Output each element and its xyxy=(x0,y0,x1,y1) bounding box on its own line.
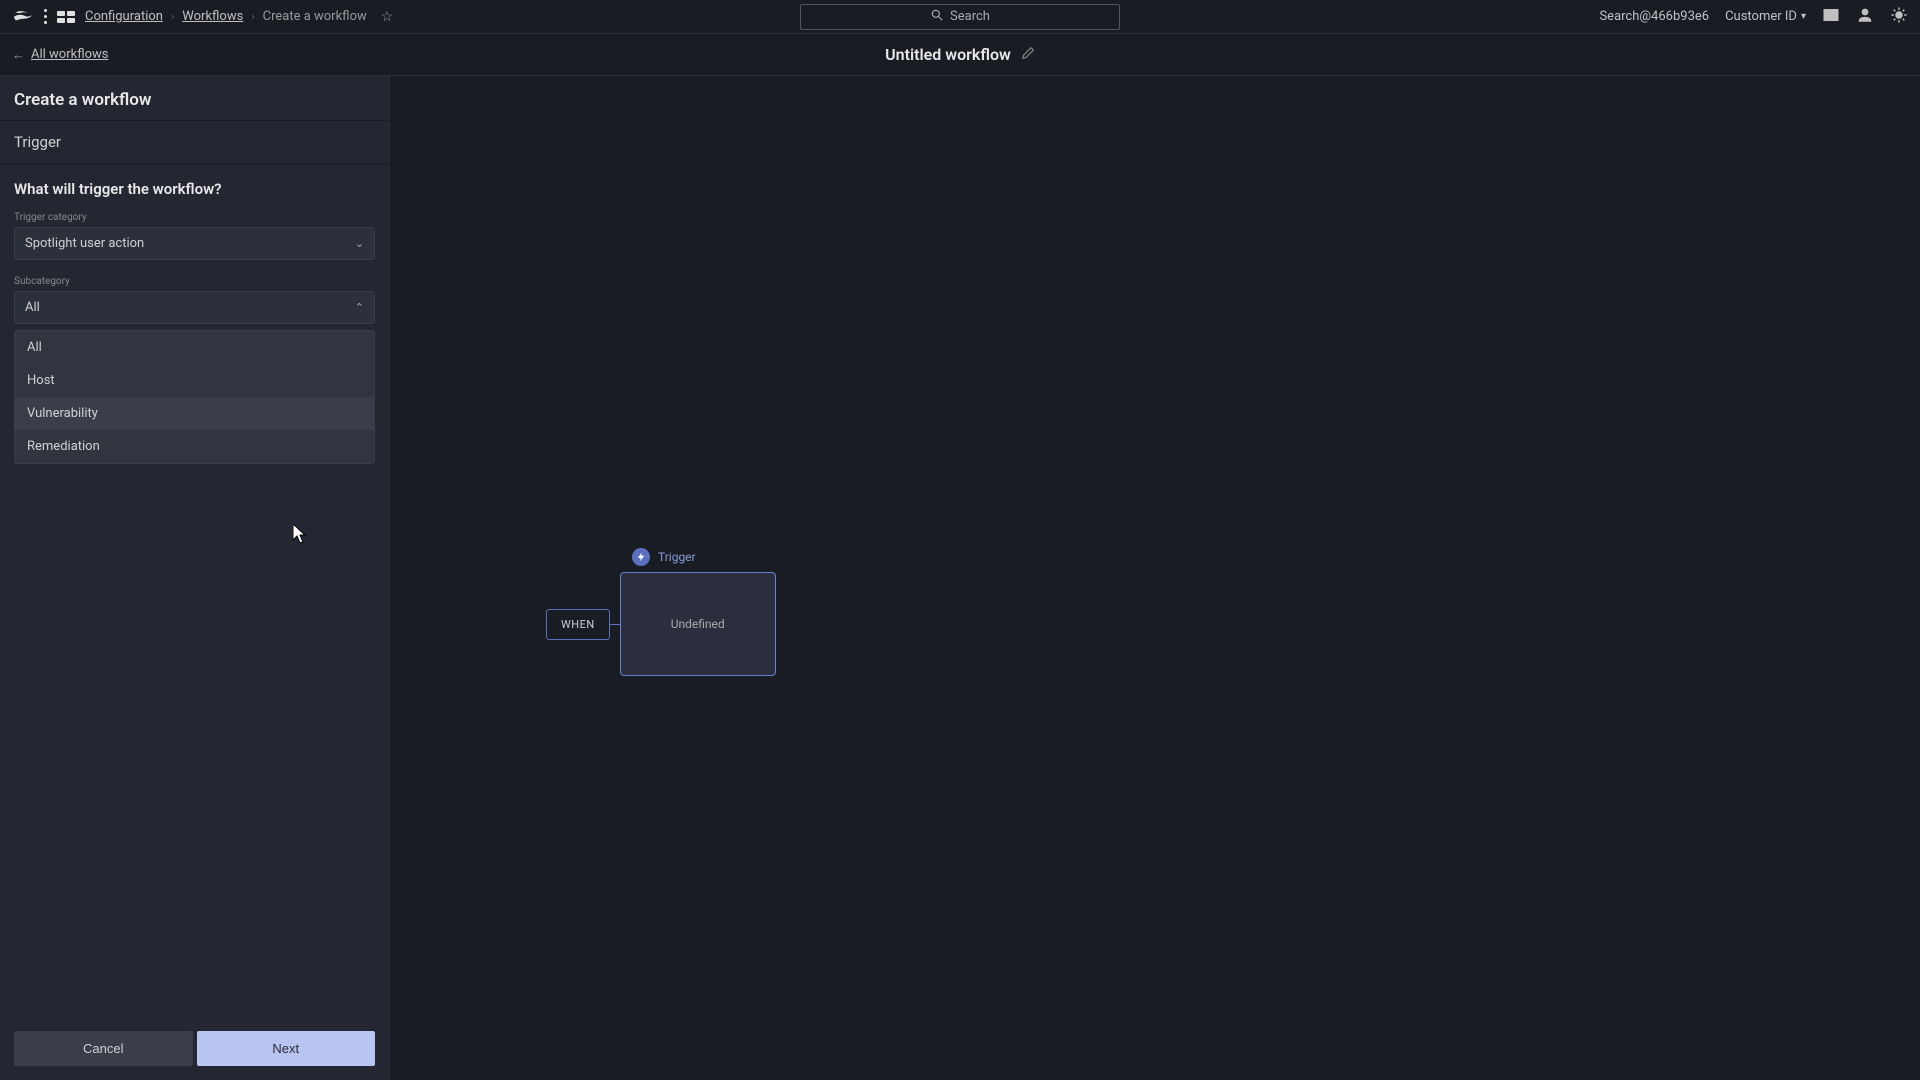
trigger-node[interactable]: Trigger WHEN Undefined xyxy=(546,548,776,676)
back-link[interactable]: ← All workflows xyxy=(12,47,108,63)
arrow-left-icon: ← xyxy=(12,47,25,63)
sub-header: ← All workflows Untitled workflow xyxy=(0,34,1920,76)
category-field-label: Trigger category xyxy=(0,212,389,223)
subcategory-value: All xyxy=(25,300,40,315)
subcategory-dropdown: All Host Vulnerability Remediation xyxy=(14,330,375,464)
all-workflows-link[interactable]: All workflows xyxy=(31,47,108,62)
breadcrumb: Configuration › Workflows › Create a wor… xyxy=(85,9,393,25)
trigger-question: What will trigger the workflow? xyxy=(0,164,389,212)
config-sidebar: Create a workflow Trigger What will trig… xyxy=(0,76,390,1080)
category-select[interactable]: Spotlight user action ⌄ xyxy=(14,227,375,260)
workflow-canvas[interactable]: Trigger WHEN Undefined xyxy=(390,76,1920,1080)
brightness-icon[interactable] xyxy=(1890,6,1908,28)
panel-header: Create a workflow xyxy=(0,76,389,121)
server-icon[interactable] xyxy=(1822,6,1840,28)
search-icon xyxy=(930,7,944,26)
account-label[interactable]: Search@466b93e6 xyxy=(1599,9,1709,24)
app-grid-icon[interactable] xyxy=(57,11,75,23)
bookmark-icon[interactable]: ☆ xyxy=(381,9,394,25)
top-bar: Configuration › Workflows › Create a wor… xyxy=(0,0,1920,34)
cancel-button[interactable]: Cancel xyxy=(14,1031,193,1066)
next-button[interactable]: Next xyxy=(197,1031,376,1066)
chevron-down-icon: ▾ xyxy=(1801,11,1806,22)
subcategory-field-label: Subcategory xyxy=(0,276,389,287)
trigger-bolt-icon xyxy=(632,548,650,566)
subcategory-select[interactable]: All ⌃ xyxy=(14,291,375,324)
dropdown-option-host[interactable]: Host xyxy=(15,364,374,397)
dropdown-option-all[interactable]: All xyxy=(15,331,374,364)
chevron-right-icon: › xyxy=(171,10,174,23)
workflow-title: Untitled workflow xyxy=(885,45,1035,64)
chevron-right-icon: › xyxy=(251,10,254,23)
edit-icon[interactable] xyxy=(1021,46,1035,64)
crowdstrike-logo-icon[interactable] xyxy=(12,4,34,30)
dropdown-option-remediation[interactable]: Remediation xyxy=(15,430,374,463)
top-right-controls: Search@466b93e6 Customer ID ▾ xyxy=(1599,6,1908,28)
global-search[interactable]: Search xyxy=(800,4,1120,30)
when-tag: WHEN xyxy=(546,609,610,640)
breadcrumb-configuration[interactable]: Configuration xyxy=(85,9,163,24)
trigger-node-box[interactable]: Undefined xyxy=(620,572,776,676)
user-icon[interactable] xyxy=(1856,6,1874,28)
cursor-icon xyxy=(293,524,309,548)
chevron-up-icon: ⌃ xyxy=(355,301,364,314)
search-placeholder: Search xyxy=(950,9,990,24)
logo-area xyxy=(12,4,75,30)
breadcrumb-workflows[interactable]: Workflows xyxy=(182,9,243,24)
trigger-section-label: Trigger xyxy=(0,121,389,164)
footer-buttons: Cancel Next xyxy=(0,1021,389,1080)
node-connector xyxy=(610,624,620,625)
workflow-title-text: Untitled workflow xyxy=(885,45,1011,64)
trigger-node-label: Trigger xyxy=(658,550,696,564)
breadcrumb-current: Create a workflow xyxy=(263,9,367,24)
dropdown-option-vulnerability[interactable]: Vulnerability xyxy=(15,397,374,430)
customer-id-dropdown[interactable]: Customer ID ▾ xyxy=(1725,9,1806,24)
chevron-down-icon: ⌄ xyxy=(355,237,364,250)
category-value: Spotlight user action xyxy=(25,236,144,251)
menu-dots-icon[interactable] xyxy=(44,9,47,24)
main-area: Create a workflow Trigger What will trig… xyxy=(0,76,1920,1080)
